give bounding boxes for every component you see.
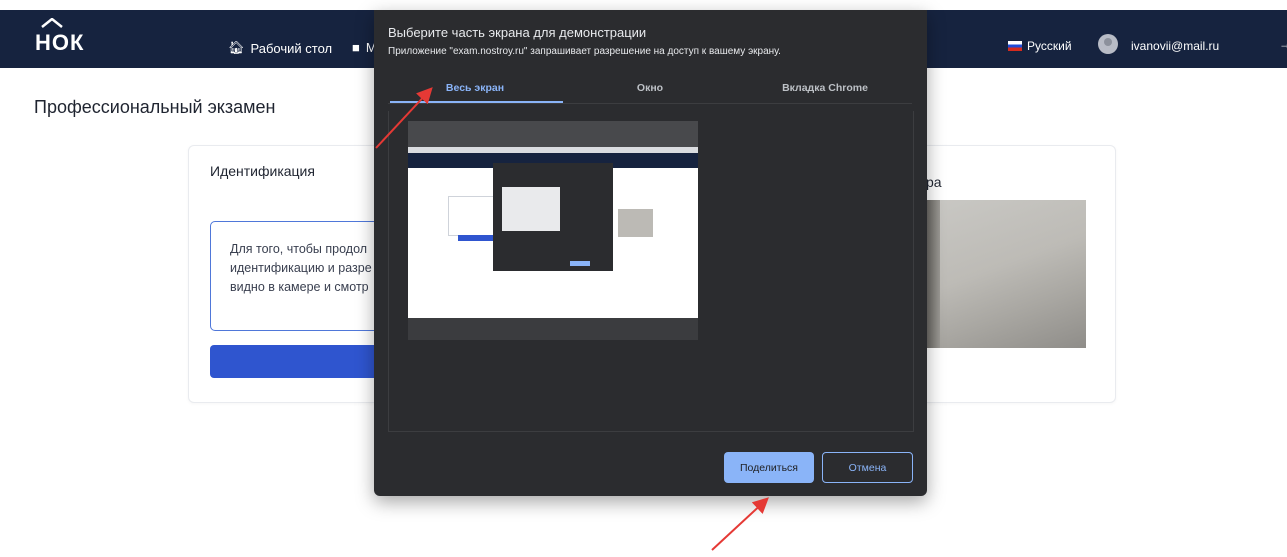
- arrow-to-share-button: [711, 497, 769, 551]
- arrow-to-tab: [375, 87, 433, 149]
- annotation-arrows: [375, 87, 769, 551]
